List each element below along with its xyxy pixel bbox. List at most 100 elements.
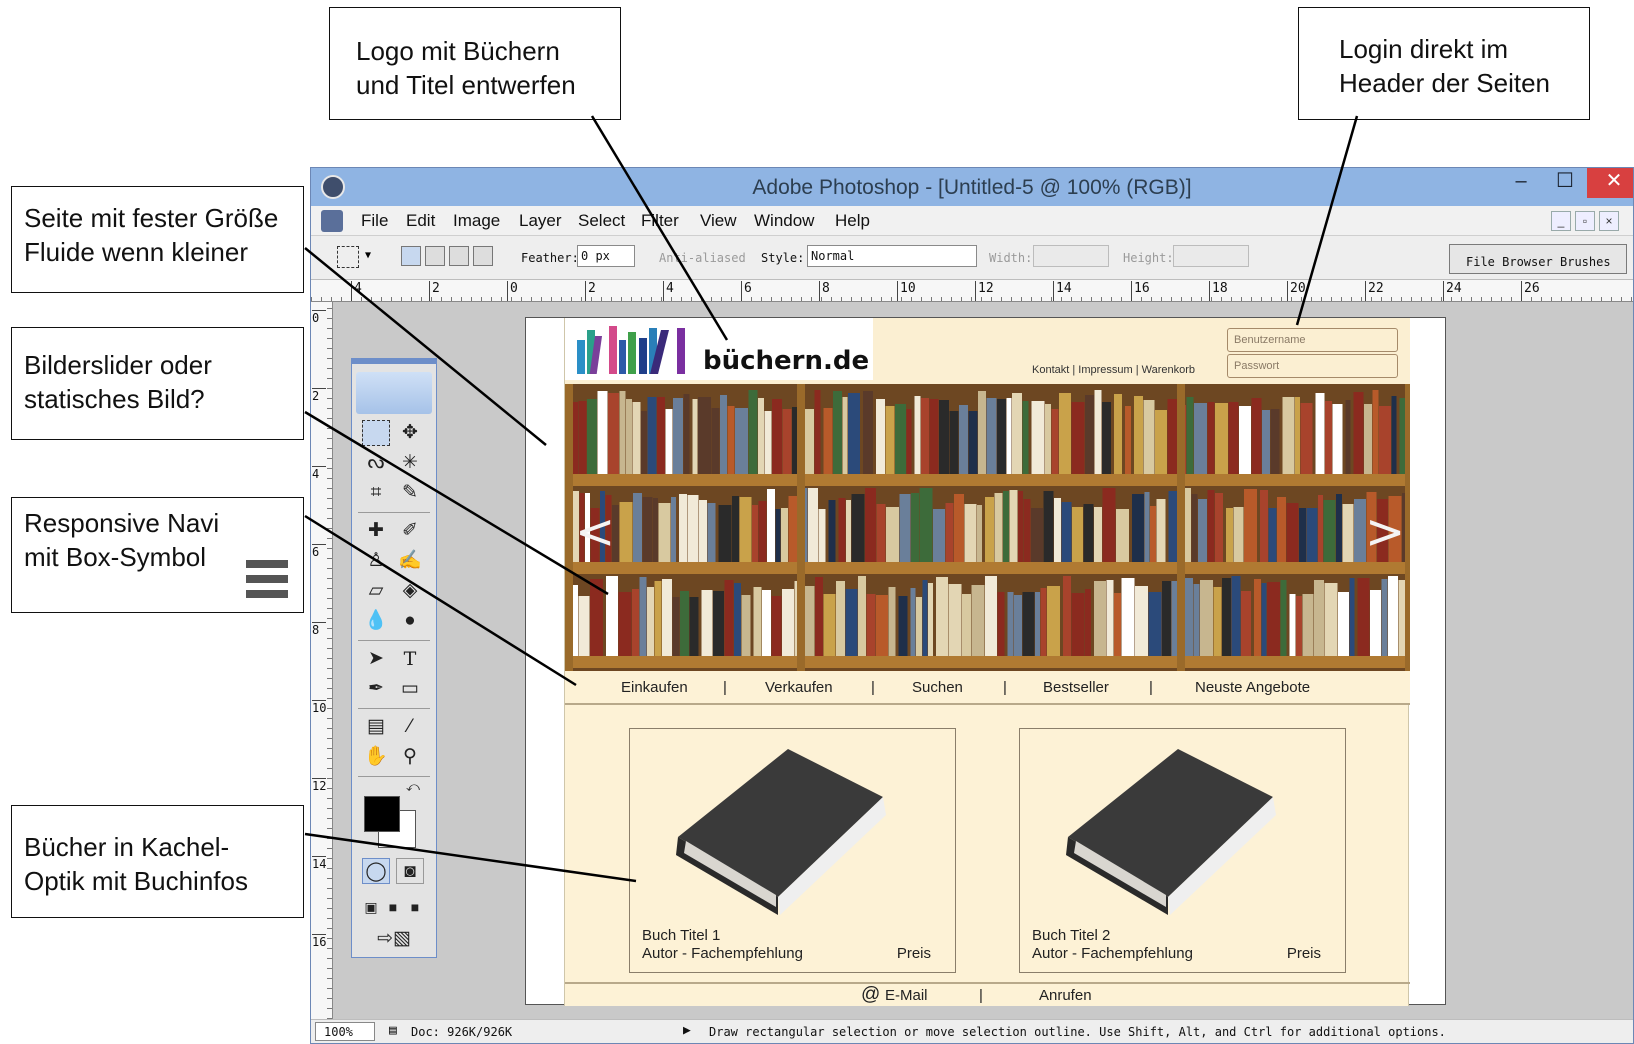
book-tile[interactable]: Buch Titel 2 Autor - Fachempfehlung Prei… — [1019, 728, 1346, 973]
standard-mode-icon[interactable]: ◯ — [362, 858, 390, 884]
vertical-ruler: 0 2 4 6 8 10 12 14 16 — [311, 302, 333, 1019]
path-selection-tool-icon[interactable]: ➤ — [362, 646, 390, 672]
intersect-selection-icon[interactable] — [473, 246, 493, 266]
doc-close-button[interactable]: × — [1599, 211, 1619, 231]
menu-image[interactable]: Image — [453, 211, 500, 231]
full-screen-menu-mode-icon[interactable]: ■ — [382, 894, 404, 920]
window-title: Adobe Photoshop - [Untitled-5 @ 100% (RG… — [752, 176, 1192, 199]
horizontal-ruler: 4 2 0 2 4 6 8 10 12 14 16 18 20 22 24 26 — [311, 280, 1633, 302]
paint-bucket-tool-icon[interactable]: ◈ — [396, 578, 424, 604]
menu-edit[interactable]: Edit — [406, 211, 435, 231]
style-select[interactable]: Normal — [807, 245, 977, 267]
slider-next-arrow[interactable]: > — [1365, 504, 1405, 560]
document-icon[interactable] — [321, 210, 343, 232]
menu-help[interactable]: Help — [835, 211, 870, 231]
menu-view[interactable]: View — [700, 211, 737, 231]
callout-text: Logo mit Büchern — [356, 36, 560, 66]
rectangle-tool-icon[interactable]: ▭ — [396, 676, 424, 702]
history-brush-tool-icon[interactable]: ✍ — [396, 548, 424, 574]
document-canvas[interactable]: büchern.de Kontakt | Impressum | Warenko… — [525, 317, 1446, 1006]
chevron-down-icon[interactable]: ▼ — [365, 250, 371, 261]
anti-aliased-checkbox[interactable]: Anti-aliased — [659, 251, 746, 265]
crop-tool-icon[interactable]: ⌗ — [362, 480, 390, 506]
new-selection-icon[interactable] — [401, 246, 421, 266]
menu-layer[interactable]: Layer — [519, 211, 562, 231]
book-author: Autor - Fachempfehlung — [1032, 945, 1193, 962]
feather-label: Feather: — [521, 251, 579, 265]
quick-mask-mode-icon[interactable]: ◙ — [396, 858, 424, 884]
hand-tool-icon[interactable]: ✋ — [362, 744, 390, 770]
play-arrow-icon[interactable]: ▶ — [683, 1023, 691, 1038]
doc-minimize-button[interactable]: _ — [1551, 211, 1571, 231]
healing-brush-tool-icon[interactable]: ✚ — [362, 518, 390, 544]
minimize-button[interactable]: – — [1499, 168, 1543, 198]
magic-wand-tool-icon[interactable]: ✳ — [396, 450, 424, 476]
nav-item-einkaufen[interactable]: Einkaufen — [621, 679, 688, 696]
maximize-button[interactable]: ☐ — [1543, 168, 1587, 198]
slider-prev-arrow[interactable]: < — [575, 504, 615, 560]
nav-item-bestseller[interactable]: Bestseller — [1043, 679, 1109, 696]
book-tile[interactable]: Buch Titel 1 Autor - Fachempfehlung Prei… — [629, 728, 956, 973]
ruler-label: 20 — [1287, 281, 1306, 301]
menu-select[interactable]: Select — [578, 211, 625, 231]
notes-tool-icon[interactable]: ▤ — [362, 714, 390, 740]
nav-item-verkaufen[interactable]: Verkaufen — [765, 679, 833, 696]
marquee-preset-icon[interactable] — [337, 246, 359, 268]
slice-tool-icon[interactable]: ✎ — [396, 480, 424, 506]
footer-call-link[interactable]: Anrufen — [1039, 987, 1092, 1004]
pen-tool-icon[interactable]: ✒ — [362, 676, 390, 702]
subtract-selection-icon[interactable] — [449, 246, 469, 266]
width-input[interactable] — [1033, 245, 1109, 267]
ruler-label: 4 — [312, 466, 326, 481]
nav-item-suchen[interactable]: Suchen — [912, 679, 963, 696]
marquee-tool-icon[interactable] — [362, 420, 390, 446]
zoom-tool-icon[interactable]: ⚲ — [396, 744, 424, 770]
zoom-level-field[interactable]: 100% — [315, 1022, 375, 1041]
eyedropper-tool-icon[interactable]: ⁄ — [396, 714, 424, 740]
ruler-label: 4 — [663, 281, 674, 301]
ruler-label: 4 — [351, 281, 362, 301]
document-info-icon[interactable]: ▤ — [389, 1023, 397, 1038]
photoshop-eye-logo[interactable] — [356, 372, 432, 414]
menu-window[interactable]: Window — [754, 211, 814, 231]
blur-tool-icon[interactable]: 💧 — [362, 608, 390, 634]
standard-screen-mode-icon[interactable]: ▣ — [360, 894, 382, 920]
add-selection-icon[interactable] — [425, 246, 445, 266]
header-links[interactable]: Kontakt | Impressum | Warenkorb — [1032, 364, 1195, 376]
menu-file[interactable]: File — [361, 211, 388, 231]
menu-filter[interactable]: Filter — [641, 211, 679, 231]
tab-file-browser[interactable]: File Browser — [1466, 255, 1553, 269]
book-author: Autor - Fachempfehlung — [642, 945, 803, 962]
eraser-tool-icon[interactable]: ▱ — [362, 578, 390, 604]
feather-input[interactable]: 0 px — [577, 245, 635, 267]
foreground-color-swatch[interactable] — [364, 796, 400, 832]
clone-stamp-tool-icon[interactable]: ♙ — [362, 548, 390, 574]
height-input[interactable] — [1173, 245, 1249, 267]
swap-colors-icon[interactable]: ⤺ — [404, 778, 422, 796]
footer-email-link[interactable]: E-Mail — [885, 987, 928, 1004]
document-size[interactable]: Doc: 926K/926K — [411, 1025, 512, 1039]
username-field[interactable]: Benutzername — [1227, 328, 1398, 352]
full-screen-mode-icon[interactable]: ■ — [404, 894, 426, 920]
password-field[interactable]: Passwort — [1227, 354, 1398, 378]
jump-to-imageready-icon[interactable]: ⇨▧ — [362, 926, 426, 952]
dodge-tool-icon[interactable]: ● — [396, 608, 424, 634]
close-button[interactable]: ✕ — [1587, 168, 1633, 198]
book-price: Preis — [896, 945, 931, 962]
tab-brushes[interactable]: Brushes — [1560, 255, 1611, 269]
hero-image-slider[interactable]: < > — [565, 384, 1410, 671]
lasso-tool-icon[interactable]: ᔓ — [362, 450, 390, 476]
status-bar: 100% ▤ Doc: 926K/926K ▶ Draw rectangular… — [311, 1019, 1633, 1043]
ruler-label: 8 — [819, 281, 830, 301]
book-title: Buch Titel 1 — [642, 927, 721, 944]
doc-restore-button[interactable]: ▫ — [1575, 211, 1595, 231]
book-icon — [1066, 749, 1276, 915]
nav-item-neuste-angebote[interactable]: Neuste Angebote — [1195, 679, 1310, 696]
move-tool-icon[interactable]: ✥ — [396, 420, 424, 446]
ruler-label: 10 — [897, 281, 916, 301]
footer-separator: | — [979, 987, 983, 1004]
brush-tool-icon[interactable]: ✐ — [396, 518, 424, 544]
site-logo[interactable]: büchern.de — [565, 318, 873, 380]
ruler-label: 16 — [1131, 281, 1150, 301]
type-tool-icon[interactable]: T — [396, 646, 424, 672]
